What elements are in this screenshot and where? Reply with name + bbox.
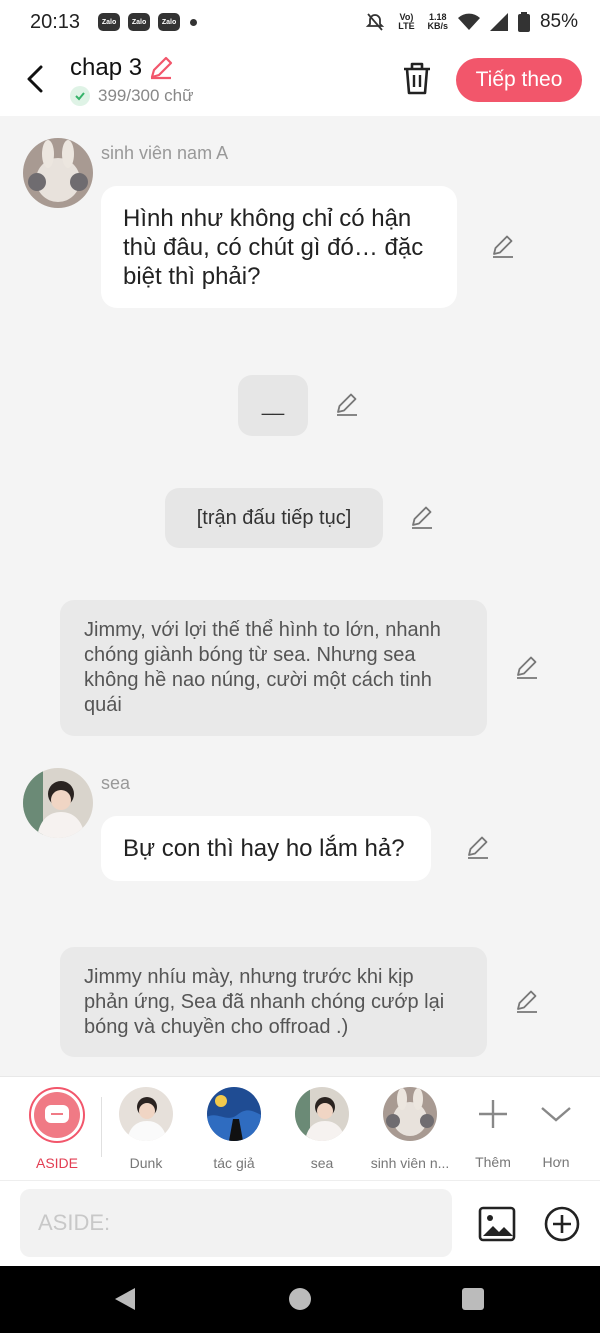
edit-message-icon[interactable]	[409, 505, 435, 531]
system-nav-bar	[0, 1266, 600, 1333]
sender-name: sea	[101, 773, 131, 793]
nav-back-icon[interactable]	[113, 1286, 137, 1312]
chapter-title[interactable]: chap 3	[70, 54, 174, 82]
trash-icon	[404, 62, 430, 95]
back-button[interactable]	[20, 62, 50, 96]
volte-label: Vo) LTE	[398, 12, 415, 31]
image-icon	[478, 1206, 516, 1242]
signal-icon	[489, 13, 508, 31]
status-bar: 20:13 Zalo Zalo Zalo Vo) LTE 1.18 KB/s 85…	[0, 0, 600, 44]
message-bubble[interactable]: Bự con thì hay ho lắm hả?	[101, 816, 431, 881]
character-label: ASIDE	[35, 1155, 78, 1171]
nav-home-icon[interactable]	[289, 1288, 311, 1310]
character-sea[interactable]: sea	[278, 1087, 366, 1171]
expand-characters-label: Hơn	[542, 1154, 570, 1170]
chevron-down-icon	[541, 1107, 571, 1122]
speed-unit: KB/s	[427, 21, 448, 31]
edit-title-icon[interactable]	[148, 55, 174, 81]
plus-icon	[479, 1100, 507, 1128]
status-time: 20:13	[30, 10, 81, 33]
character-dunk[interactable]: Dunk	[102, 1087, 190, 1171]
avatar	[119, 1087, 173, 1141]
next-button[interactable]: Tiếp theo	[456, 58, 582, 102]
narration-message[interactable]: Jimmy, với lợi thế thể hình to lớn, nhan…	[60, 600, 487, 736]
avatar	[295, 1087, 349, 1141]
character-selector: ASIDE Dunk tác giả sea sinh viên n... Th…	[0, 1076, 600, 1180]
delete-button[interactable]	[400, 60, 434, 96]
speech-bubble-icon	[45, 1105, 69, 1123]
network-speed: 1.18 KB/s	[427, 13, 448, 31]
avatar	[207, 1087, 261, 1141]
avatar-sinh-vien-nam-a[interactable]	[23, 138, 93, 208]
zalo-notification-icon: Zalo	[128, 13, 151, 31]
expand-characters-button[interactable]: Hơn	[516, 1087, 596, 1170]
narration-message[interactable]: Jimmy nhíu mày, nhưng trước khi kịp phản…	[60, 947, 487, 1057]
avatar-sea[interactable]	[23, 768, 93, 838]
character-label: Dunk	[129, 1155, 163, 1171]
character-aside[interactable]: ASIDE	[13, 1087, 101, 1171]
sender-name: sinh viên nam A	[101, 143, 229, 163]
chapter-title-text: chap 3	[70, 54, 143, 81]
nav-recents-icon[interactable]	[462, 1288, 484, 1310]
mute-notification-icon	[365, 12, 385, 32]
plus-circle-icon	[544, 1206, 580, 1242]
avatar	[383, 1087, 437, 1141]
insert-image-button[interactable]	[478, 1205, 516, 1243]
battery-percent: 85%	[539, 11, 578, 32]
word-count-text: 399/300 chữ	[98, 86, 194, 105]
chat-area[interactable]: sinh viên nam A Hình như không chỉ có hậ…	[0, 116, 600, 1076]
edit-message-icon[interactable]	[514, 655, 540, 681]
message-bubble[interactable]: Hình như không chỉ có hận thù đâu, có ch…	[101, 186, 457, 308]
edit-message-icon[interactable]	[334, 392, 360, 418]
zalo-notification-icon: Zalo	[158, 13, 181, 31]
center-message[interactable]: [trận đấu tiếp tục]	[165, 488, 383, 548]
word-count: 399/300 chữ	[70, 86, 194, 106]
edit-message-icon[interactable]	[465, 835, 491, 861]
character-label: sea	[310, 1155, 334, 1171]
message-input[interactable]	[20, 1189, 452, 1257]
edit-message-icon[interactable]	[490, 234, 516, 260]
add-button[interactable]	[543, 1205, 581, 1243]
character-label: sinh viên n...	[370, 1155, 450, 1171]
more-notifications-icon	[190, 18, 198, 26]
aside-avatar	[29, 1087, 85, 1143]
composer	[0, 1180, 600, 1266]
zalo-notification-icon: Zalo	[98, 13, 121, 31]
edit-message-icon[interactable]	[514, 989, 540, 1015]
wifi-icon	[457, 13, 480, 31]
center-message[interactable]: __	[238, 375, 308, 436]
check-icon	[70, 86, 90, 106]
character-tac-gia[interactable]: tác giả	[190, 1087, 278, 1171]
battery-icon	[517, 12, 530, 32]
character-label: tác giả	[213, 1155, 255, 1171]
editor-header: chap 3 399/300 chữ Tiếp theo	[0, 44, 600, 116]
chevron-left-icon	[27, 65, 43, 93]
character-sinh-vien-nam-a[interactable]: sinh viên n...	[366, 1087, 454, 1171]
